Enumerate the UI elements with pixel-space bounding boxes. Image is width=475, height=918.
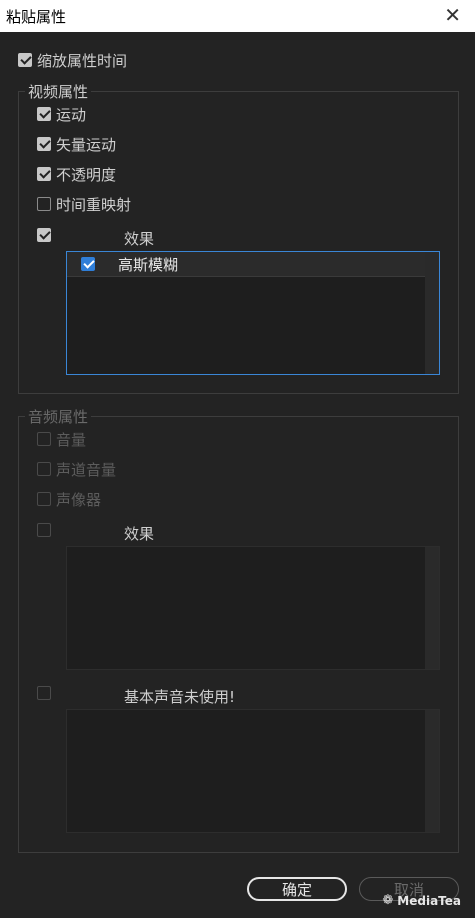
ok-button[interactable]: 确定	[247, 877, 347, 901]
audio-item-panner: 声像器	[37, 489, 101, 509]
essential-sound-checkbox	[37, 686, 51, 700]
video-effects-scrollbar[interactable]	[425, 252, 439, 374]
watermark: ❁ MediaTea	[382, 893, 461, 908]
panner-label: 声像器	[56, 490, 102, 509]
motion-checkbox[interactable]	[37, 107, 51, 121]
video-item-vector-motion[interactable]: 矢量运动	[37, 134, 116, 154]
gaussian-blur-label: 高斯模糊	[118, 255, 179, 274]
video-item-motion[interactable]: 运动	[37, 104, 86, 124]
gaussian-blur-checkbox[interactable]	[81, 257, 95, 271]
vector-motion-checkbox[interactable]	[37, 137, 51, 151]
video-item-time-remap[interactable]: 时间重映射	[37, 194, 131, 214]
audio-effects-checkbox-row	[37, 520, 56, 540]
wechat-icon: ❁	[382, 893, 394, 908]
audio-item-channel-volume: 声道音量	[37, 459, 116, 479]
volume-label: 音量	[56, 430, 87, 449]
essential-sound-checkbox-row	[37, 683, 56, 703]
video-effects-checkbox-row[interactable]	[37, 225, 56, 245]
list-item[interactable]: 高斯模糊	[67, 252, 425, 277]
panner-checkbox	[37, 492, 51, 506]
time-remap-checkbox[interactable]	[37, 197, 51, 211]
audio-effects-checkbox	[37, 523, 51, 537]
scale-time-label: 缩放属性时间	[37, 51, 128, 70]
channel-volume-checkbox	[37, 462, 51, 476]
scale-time-checkbox[interactable]	[18, 53, 32, 67]
video-effects-header: 效果	[124, 230, 155, 248]
time-remap-label: 时间重映射	[56, 195, 132, 214]
video-item-opacity[interactable]: 不透明度	[37, 164, 116, 184]
channel-volume-label: 声道音量	[56, 460, 117, 479]
opacity-label: 不透明度	[56, 165, 117, 184]
title-bar: 粘贴属性 ✕	[0, 0, 475, 32]
opacity-checkbox[interactable]	[37, 167, 51, 181]
close-icon[interactable]: ✕	[444, 4, 461, 26]
audio-effects-scrollbar	[425, 547, 439, 669]
audio-group-label: 音频属性	[25, 406, 92, 427]
video-effects-list[interactable]: 高斯模糊	[66, 251, 440, 375]
watermark-text: MediaTea	[397, 893, 461, 908]
window-title: 粘贴属性	[6, 8, 67, 26]
essential-sound-list	[66, 709, 440, 833]
essential-sound-header: 基本声音未使用!	[124, 688, 236, 706]
essential-sound-scrollbar	[425, 710, 439, 832]
volume-checkbox	[37, 432, 51, 446]
audio-item-volume: 音量	[37, 429, 86, 449]
video-group-label: 视频属性	[25, 81, 92, 102]
audio-effects-header: 效果	[124, 525, 155, 543]
video-effects-checkbox[interactable]	[37, 228, 51, 242]
motion-label: 运动	[56, 105, 87, 124]
scale-time-checkbox-row[interactable]: 缩放属性时间	[18, 50, 127, 70]
vector-motion-label: 矢量运动	[56, 135, 117, 154]
audio-effects-list	[66, 546, 440, 670]
